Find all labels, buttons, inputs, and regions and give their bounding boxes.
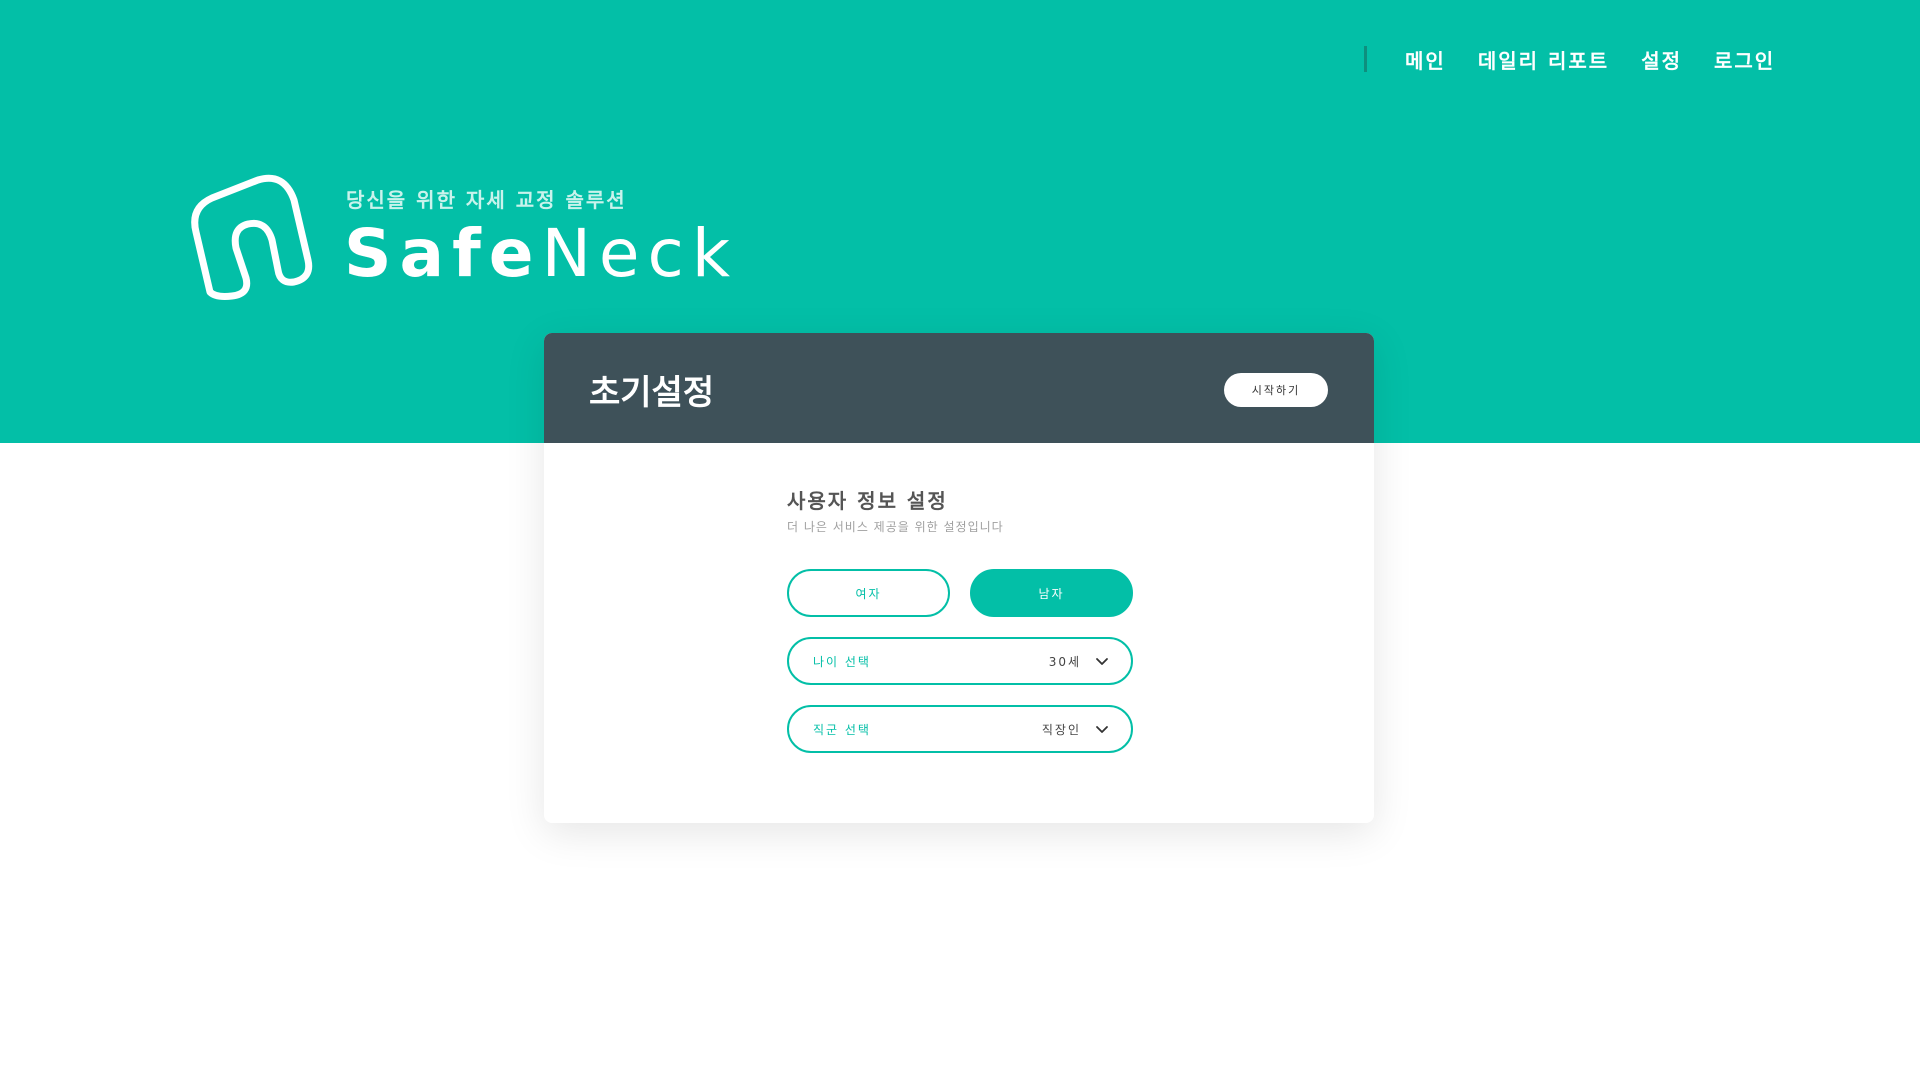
nav-item-settings[interactable]: 설정 xyxy=(1641,45,1682,74)
brand-name-light: Neck xyxy=(541,215,739,292)
age-select[interactable]: 나이 선택 30세 xyxy=(787,637,1133,685)
job-select-value: 직장인 xyxy=(1041,723,1081,737)
brand-tagline: 당신을 위한 자세 교정 솔루션 xyxy=(346,188,627,212)
section-title: 사용자 정보 설정 xyxy=(787,489,948,513)
gender-male-button[interactable]: 남자 xyxy=(970,569,1133,617)
brand-wordmark: SafeNeck xyxy=(344,214,738,294)
top-nav: 메인 데일리 리포트 설정 로그인 xyxy=(1364,44,1775,74)
age-select-label: 나이 선택 xyxy=(813,655,871,669)
chevron-down-icon xyxy=(1096,726,1108,733)
section-subtitle: 더 나은 서비스 제공을 위한 설정입니다 xyxy=(787,520,1004,534)
nav-item-login[interactable]: 로그인 xyxy=(1714,45,1775,74)
nav-item-daily-report[interactable]: 데일리 리포트 xyxy=(1478,45,1609,74)
neck-outline-icon xyxy=(191,174,313,300)
brand-name-bold: Safe xyxy=(344,215,542,292)
chevron-down-icon xyxy=(1096,658,1108,665)
gender-female-button[interactable]: 여자 xyxy=(787,569,950,617)
start-button[interactable]: 시작하기 xyxy=(1224,373,1328,407)
card-header: 초기설정 시작하기 xyxy=(544,333,1374,443)
nav-divider xyxy=(1364,46,1367,72)
card-title: 초기설정 xyxy=(589,373,715,413)
job-select-label: 직군 선택 xyxy=(813,723,871,737)
initial-settings-card: 초기설정 시작하기 사용자 정보 설정 더 나은 서비스 제공을 위한 설정입니… xyxy=(544,333,1374,823)
job-select[interactable]: 직군 선택 직장인 xyxy=(787,705,1133,753)
nav-item-main[interactable]: 메인 xyxy=(1405,45,1446,74)
age-select-value: 30세 xyxy=(1048,655,1081,669)
